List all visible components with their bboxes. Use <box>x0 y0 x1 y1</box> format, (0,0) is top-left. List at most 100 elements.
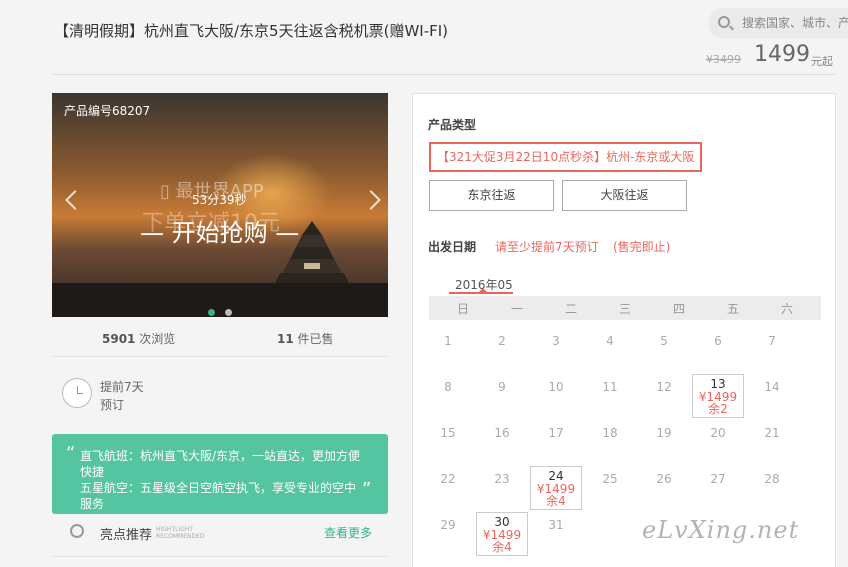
calendar-day-number: 15 <box>440 426 456 440</box>
calendar-day-number: 3 <box>552 334 560 348</box>
calendar-day-number: 13 <box>710 377 726 391</box>
sold-count: 11 <box>277 332 294 346</box>
calendar-day: 6 <box>692 328 744 372</box>
calendar-day-number: 27 <box>710 472 726 486</box>
close-quote-icon: ” <box>362 479 372 500</box>
countdown-timer: 53分39秒 <box>192 193 247 207</box>
calendar-day: 15 <box>422 420 474 464</box>
calendar-day-number: 25 <box>602 472 618 486</box>
highlight-line-2: 五星航空：五星级全日空航空执飞，享受专业的空中服务 <box>80 481 357 511</box>
recommend-divider <box>52 556 388 557</box>
calendar-day: 18 <box>584 420 636 464</box>
calendar-day-number: 30 <box>494 515 510 529</box>
osaka-roundtrip-button[interactable]: 大阪往返 <box>562 180 687 211</box>
calendar-day-number: 2 <box>498 334 506 348</box>
calendar-day: 25 <box>584 466 636 510</box>
carousel-dots <box>208 301 237 317</box>
sellout-note: (售完即止) <box>613 240 671 254</box>
weekday-sun: 日 <box>456 302 469 316</box>
open-quote-icon: “ <box>66 443 76 464</box>
calendar-day: 22 <box>422 466 474 510</box>
calendar-day-number: 21 <box>764 426 780 440</box>
calendar-day: 20 <box>692 420 744 464</box>
calendar-day-number: 26 <box>656 472 672 486</box>
header-divider <box>52 74 836 75</box>
advance-booking-label: 预订 <box>100 398 125 412</box>
product-code: 产品编号68207 <box>64 104 151 118</box>
prev-slide-icon[interactable] <box>65 190 85 210</box>
calendar-day-available[interactable]: 24 ¥1499 余4 <box>530 466 582 510</box>
search-icon[interactable] <box>718 16 730 28</box>
product-image-carousel[interactable]: 产品编号68207 ▯ 最世界APP 下单立减10元 53分39秒 — 开始抢购… <box>52 93 388 317</box>
calendar-day: 12 <box>638 374 690 418</box>
calendar-day: 11 <box>584 374 636 418</box>
calendar-day-number: 31 <box>548 518 564 532</box>
month-tab-pointer <box>479 288 487 292</box>
current-price: 1499 <box>754 42 810 67</box>
calendar-day: 5 <box>638 328 690 372</box>
calendar-day: 2 <box>476 328 528 372</box>
tokyo-roundtrip-button[interactable]: 东京往返 <box>429 180 554 211</box>
watermark: eLvXing.net <box>642 516 800 544</box>
calendar-day: 17 <box>530 420 582 464</box>
calendar-day-number: 28 <box>764 472 780 486</box>
calendar-day: 27 <box>692 466 744 510</box>
calendar-day-stock: 余4 <box>492 540 512 554</box>
carousel-dot-1[interactable] <box>208 309 215 316</box>
weekday-wed: 三 <box>618 302 631 316</box>
view-more-link[interactable]: 查看更多 <box>324 524 372 541</box>
price-suffix: 元起 <box>811 55 833 68</box>
calendar-day-number: 10 <box>548 380 564 394</box>
sun-icon <box>70 524 84 538</box>
calendar-day: 19 <box>638 420 690 464</box>
search-input[interactable] <box>742 14 848 32</box>
calendar-day-number: 20 <box>710 426 726 440</box>
highlight-line-1: 直飞航班：杭州直飞大阪/东京，一站直达，更加方便快捷 <box>80 449 361 479</box>
recommend-en-line-2: RECOMMENDED <box>156 533 205 540</box>
clock-icon <box>62 378 92 408</box>
calendar-day-number: 12 <box>656 380 672 394</box>
stats-divider <box>52 356 388 357</box>
calendar-day: 31 <box>530 512 582 556</box>
calendar-day-number: 16 <box>494 426 510 440</box>
calendar-day: 16 <box>476 420 528 464</box>
calendar-day-stock: 余2 <box>708 402 728 416</box>
calendar-day: 1 <box>422 328 474 372</box>
calendar-day-number: 23 <box>494 472 510 486</box>
start-purchase-text[interactable]: — 开始抢购 — <box>140 213 299 248</box>
search-box[interactable] <box>708 8 848 38</box>
recommend-en-label: HIGHTLIGHT RECOMMENDED <box>156 526 205 540</box>
advance-booking-note: 请至少提前7天预订 <box>495 240 599 254</box>
sold-stat: 11 件已售 <box>277 330 334 347</box>
calendar-day: 28 <box>746 466 798 510</box>
views-stat: 5901 次浏览 <box>102 330 175 347</box>
product-page: 【清明假期】杭州直飞大阪/东京5天往返含税机票(赠WI-FI) ¥3499 14… <box>0 0 848 567</box>
calendar-day-number: 14 <box>764 380 780 394</box>
calendar-day-number: 22 <box>440 472 456 486</box>
calendar-day-number: 19 <box>656 426 672 440</box>
recommend-en-line-1: HIGHTLIGHT <box>156 526 194 533</box>
promo-type-option[interactable]: 【321大促3月22日10点秒杀】杭州-东京或大阪 <box>429 142 703 172</box>
product-type-label: 产品类型 <box>428 118 477 132</box>
views-label: 次浏览 <box>139 332 176 346</box>
page-title: 【清明假期】杭州直飞大阪/东京5天往返含税机票(赠WI-FI) <box>54 22 449 40</box>
calendar-day: 7 <box>746 328 798 372</box>
calendar-day: 21 <box>746 420 798 464</box>
sold-label: 件已售 <box>297 332 334 346</box>
calendar-weekday-header: 日 一 二 三 四 五 六 <box>429 296 821 320</box>
calendar-day-available[interactable]: 30 ¥1499 余4 <box>476 512 528 556</box>
calendar-day: 9 <box>476 374 528 418</box>
original-price: ¥3499 <box>706 53 741 66</box>
weekday-thu: 四 <box>672 302 685 316</box>
weekday-sat: 六 <box>780 302 793 316</box>
calendar-day-number: 29 <box>440 518 456 532</box>
calendar-day-number: 1 <box>444 334 452 348</box>
calendar-day-number: 7 <box>768 334 776 348</box>
carousel-dot-2[interactable] <box>225 309 233 316</box>
calendar-day: 3 <box>530 328 582 372</box>
calendar-day: 4 <box>584 328 636 372</box>
calendar-day-number: 11 <box>602 380 618 394</box>
calendar-day-number: 8 <box>444 380 452 394</box>
calendar-day-number: 17 <box>548 426 564 440</box>
calendar-day-available[interactable]: 13 ¥1499 余2 <box>692 374 744 418</box>
